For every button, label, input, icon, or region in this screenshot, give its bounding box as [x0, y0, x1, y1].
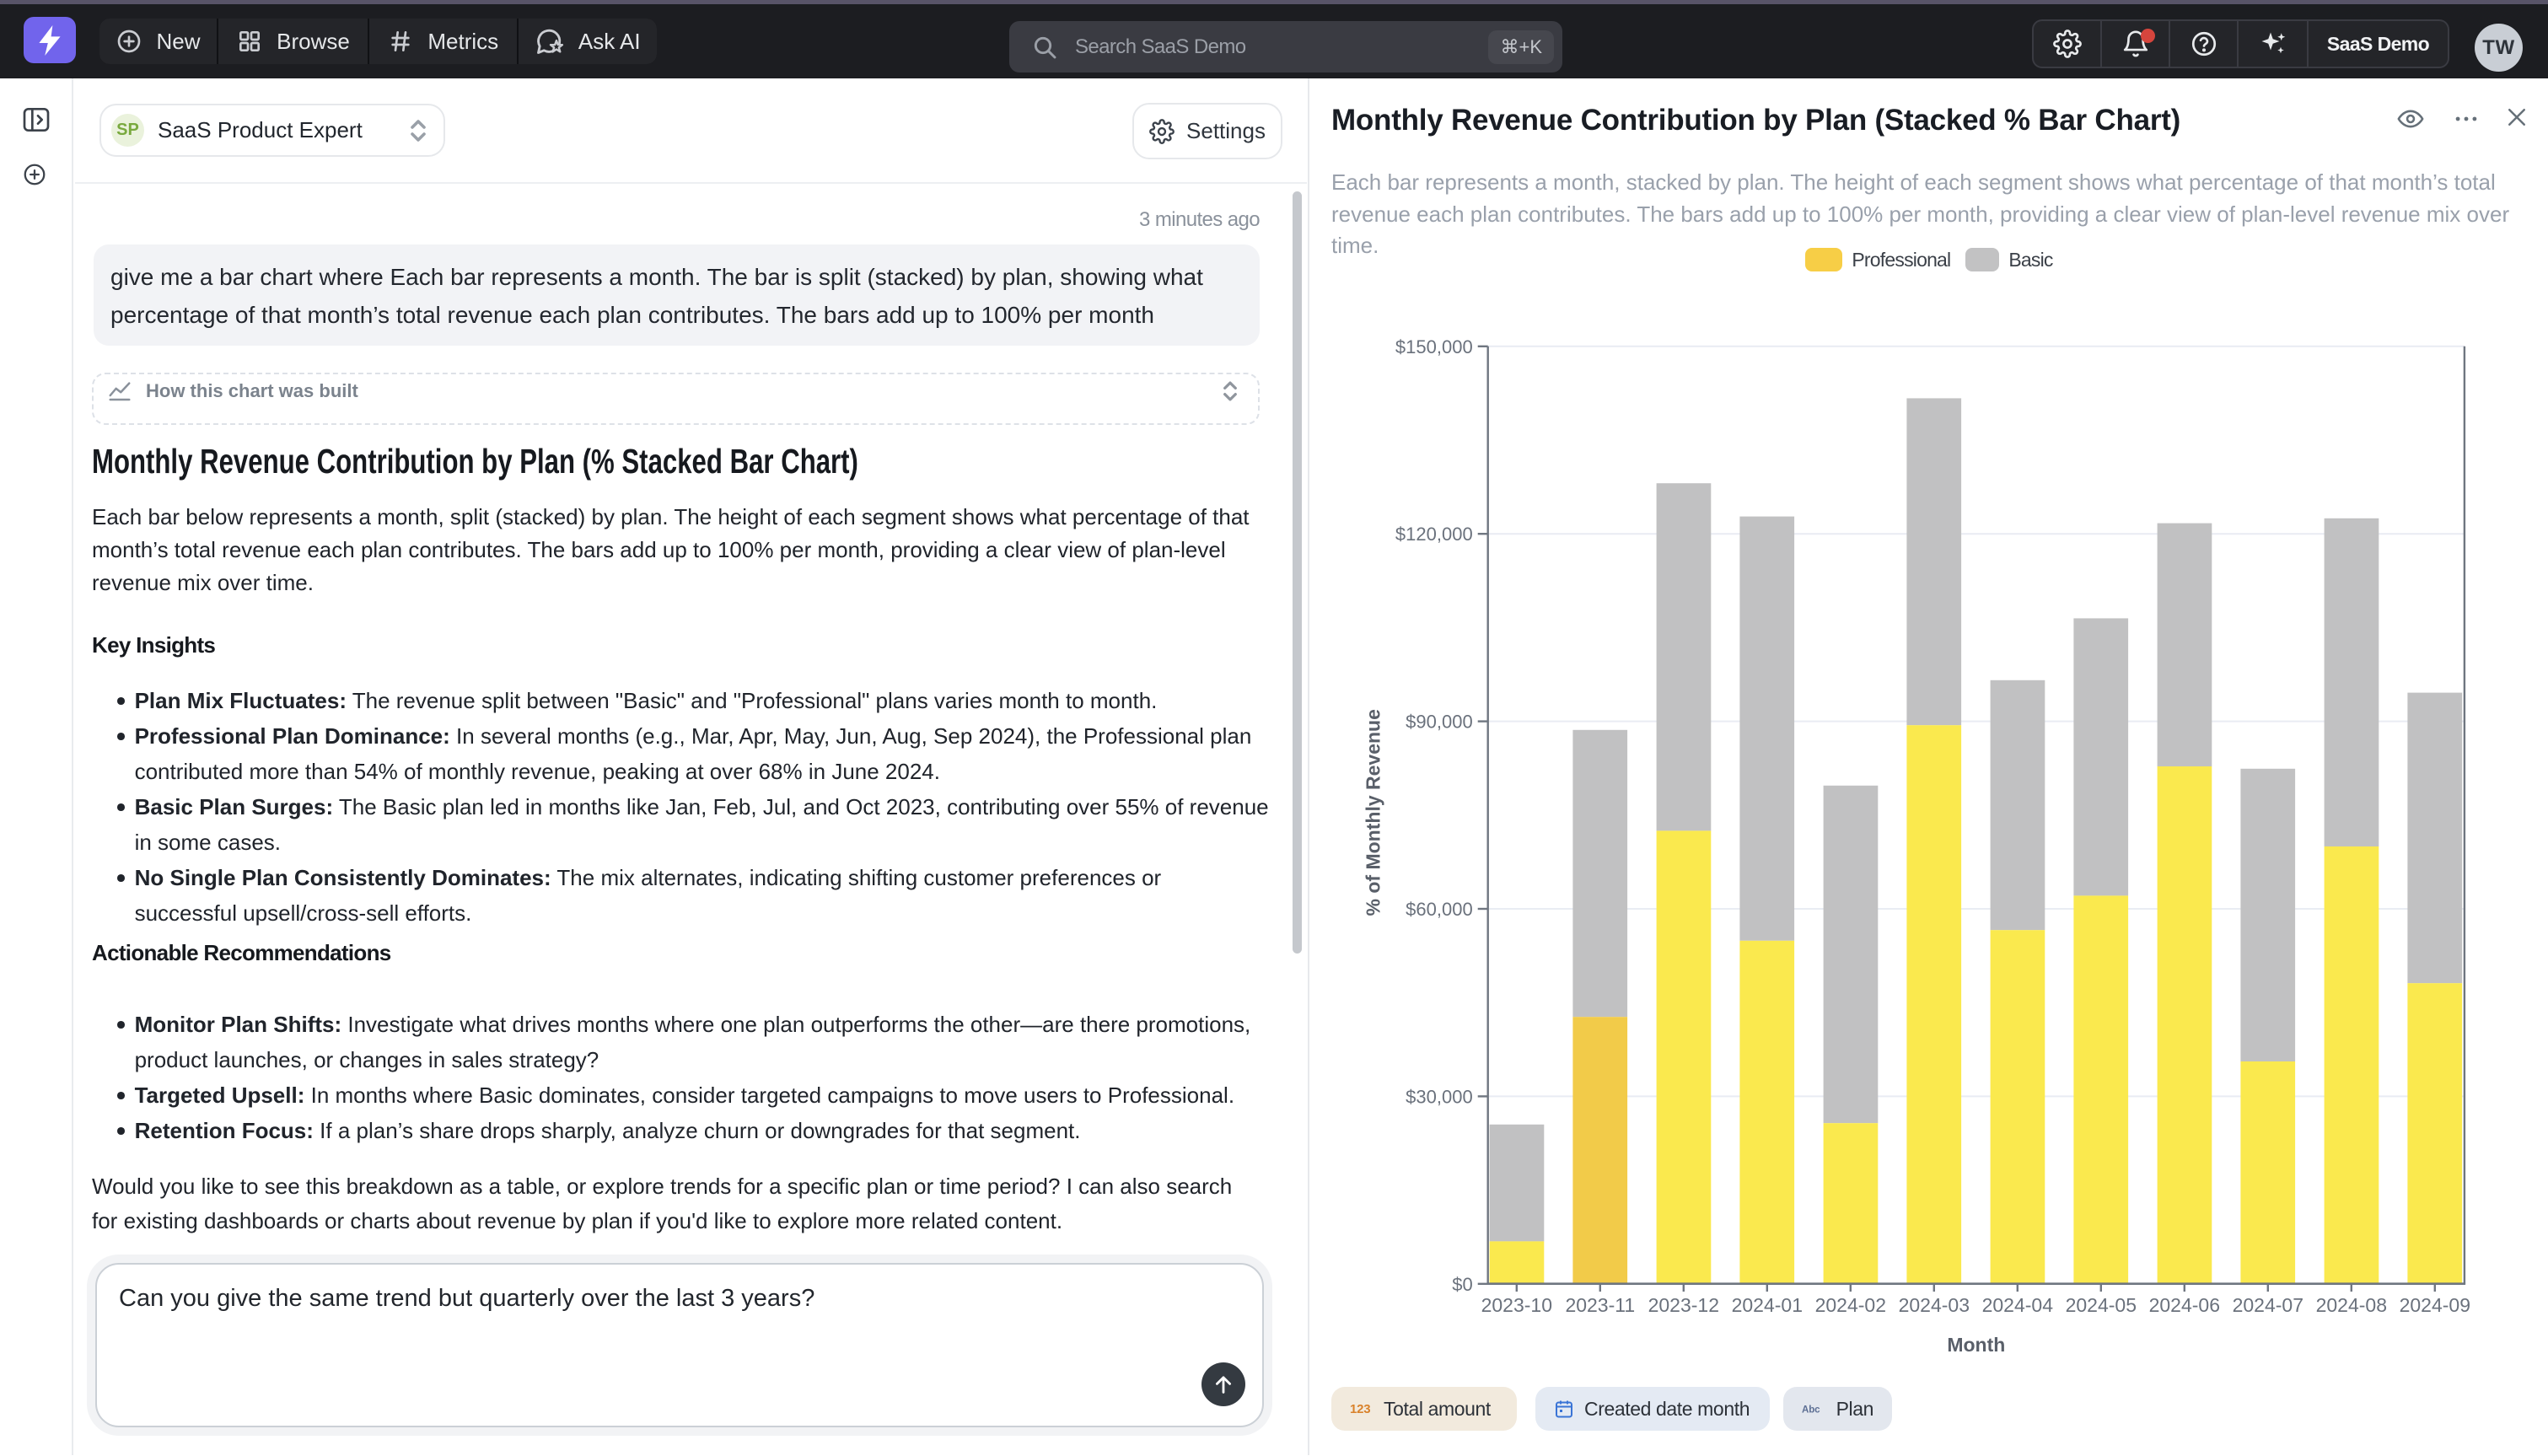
- svg-text:2023-12: 2023-12: [1648, 1294, 1719, 1316]
- svg-text:2024-06: 2024-06: [2149, 1294, 2220, 1316]
- svg-text:2024-09: 2024-09: [2400, 1294, 2470, 1316]
- svg-text:2023-11: 2023-11: [1565, 1294, 1635, 1316]
- svg-text:$150,000: $150,000: [1395, 336, 1473, 357]
- svg-text:$30,000: $30,000: [1406, 1086, 1473, 1107]
- svg-text:$60,000: $60,000: [1406, 899, 1473, 920]
- svg-text:$90,000: $90,000: [1406, 712, 1473, 733]
- svg-text:2024-03: 2024-03: [1899, 1294, 1970, 1316]
- svg-text:123: 123: [1350, 1402, 1370, 1416]
- svg-text:2024-04: 2024-04: [1982, 1294, 2054, 1316]
- svg-text:2024-08: 2024-08: [2316, 1294, 2387, 1316]
- svg-text:2024-01: 2024-01: [1732, 1294, 1803, 1316]
- svg-text:2024-05: 2024-05: [2066, 1294, 2137, 1316]
- svg-text:$120,000: $120,000: [1395, 524, 1473, 545]
- svg-text:$0: $0: [1452, 1274, 1472, 1295]
- svg-text:% of Monthly Revenue: % of Monthly Revenue: [1362, 709, 1384, 916]
- svg-text:2024-07: 2024-07: [2233, 1294, 2303, 1316]
- svg-text:Abc: Abc: [1802, 1404, 1820, 1415]
- svg-text:Month: Month: [1947, 1334, 2005, 1356]
- svg-text:2024-02: 2024-02: [1815, 1294, 1886, 1316]
- svg-text:2023-10: 2023-10: [1481, 1294, 1552, 1316]
